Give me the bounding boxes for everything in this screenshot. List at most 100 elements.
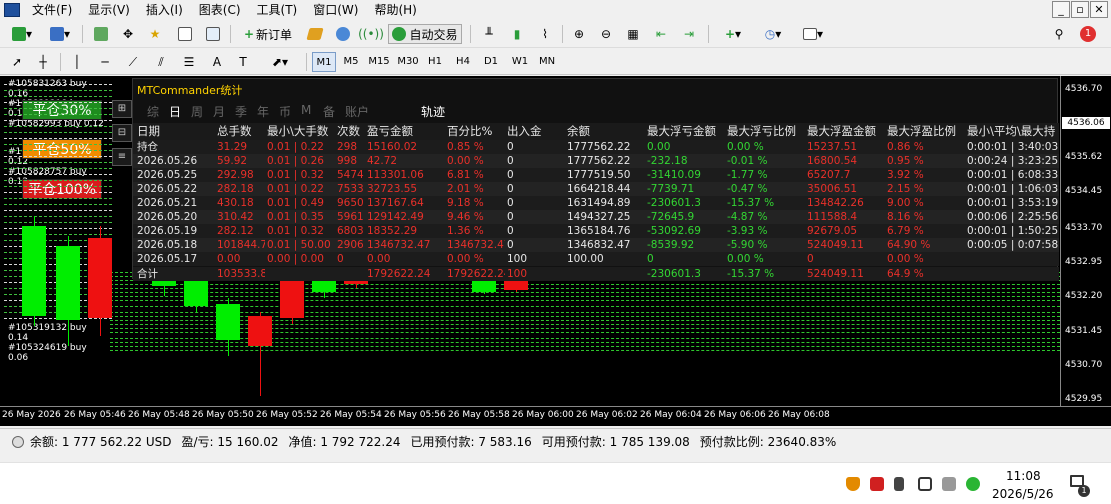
chart-tool-button[interactable]: ⊞ <box>112 100 132 118</box>
time-tick-label: 26 May 06:04 <box>640 410 702 420</box>
timeframe-m15[interactable]: M15 <box>366 52 392 72</box>
new-order-button[interactable]: + 新订单 <box>236 24 300 44</box>
table-cell: 113301.06 <box>367 169 424 181</box>
zoom-in-button[interactable]: ⊕ <box>568 24 590 44</box>
tab-quarter[interactable]: 季 <box>235 103 257 121</box>
chart-tool-button[interactable]: ⊟ <box>112 124 132 142</box>
close-30-button[interactable]: 平仓30% <box>22 100 102 120</box>
chart-shift-button[interactable]: ⇥ <box>678 24 700 44</box>
menu-file[interactable]: 文件(F) <box>24 0 80 20</box>
fibo-button[interactable]: ☰ <box>178 52 200 72</box>
tab-magic[interactable]: M <box>301 103 323 121</box>
close-window-button[interactable]: ✕ <box>1090 1 1108 18</box>
table-cell: 310.42 <box>217 211 254 223</box>
menu-view[interactable]: 显示(V) <box>80 0 138 20</box>
table-cell: 15160.02 <box>367 141 418 153</box>
channel-button[interactable]: ⫽ <box>150 52 172 72</box>
vertical-line-button[interactable]: │ <box>66 52 88 72</box>
terminal-button[interactable] <box>174 24 196 44</box>
bar-chart-button[interactable]: ╨ <box>478 24 500 44</box>
main-toolbar: ▾ ▾ ✥ ★ + 新订单 ((•)) 自动交易 ╨ ▮ ⌇ ⊕ ⊖ ▦ ⇤ ⇥ … <box>0 21 1111 48</box>
time-tick-label: 26 May 06:02 <box>576 410 638 420</box>
label-tool-button[interactable]: T <box>232 52 254 72</box>
timeframe-m1[interactable]: M1 <box>312 52 336 72</box>
horizontal-line-button[interactable]: ─ <box>94 52 116 72</box>
shapes-button[interactable]: ⬈ ▾ <box>262 52 298 72</box>
equity-value: 净值: 1 792 722.24 <box>288 434 401 449</box>
line-chart-button[interactable]: ⌇ <box>534 24 556 44</box>
minimize-button[interactable]: _ <box>1052 1 1070 18</box>
tab-currency[interactable]: 币 <box>279 103 301 121</box>
community-button[interactable]: ((•)) <box>358 24 384 44</box>
network-icon[interactable] <box>918 477 932 491</box>
crosshair-button[interactable]: ┼ <box>32 52 54 72</box>
order-line <box>110 312 1060 313</box>
clock-time[interactable]: 11:08 <box>1006 469 1041 483</box>
indicators-button[interactable]: + ▾ <box>716 24 750 44</box>
tile-windows-button[interactable]: ▦ <box>622 24 644 44</box>
table-cell: -1.77 % <box>727 169 768 181</box>
tab-week[interactable]: 周 <box>191 103 213 121</box>
wechat-icon[interactable] <box>966 477 980 491</box>
candlestick-button[interactable]: ▮ <box>506 24 528 44</box>
profiles-button[interactable]: ▾ <box>44 24 76 44</box>
tab-track[interactable]: 轨迹 <box>421 103 461 121</box>
menu-charts[interactable]: 图表(C) <box>191 0 249 20</box>
action-center-button[interactable]: 1 <box>1068 473 1090 497</box>
signals-button[interactable] <box>332 24 354 44</box>
close-100-button[interactable]: 平仓100% <box>22 179 102 199</box>
input-method-icon[interactable] <box>942 477 956 491</box>
text-tool-button[interactable]: A <box>206 52 228 72</box>
data-window-button[interactable]: ✥ <box>117 24 139 44</box>
restore-button[interactable]: ▫ <box>1071 1 1089 18</box>
templates-icon <box>802 28 817 40</box>
timeframe-m5[interactable]: M5 <box>340 52 362 72</box>
table-cell: 0.01 | 0.35 <box>267 211 324 223</box>
strategy-tester-button[interactable] <box>202 24 224 44</box>
periods-button[interactable]: ◷ ▾ <box>756 24 790 44</box>
tab-month[interactable]: 月 <box>213 103 235 121</box>
timeframe-h1[interactable]: H1 <box>424 52 446 72</box>
zoom-out-button[interactable]: ⊖ <box>595 24 617 44</box>
notifications-button[interactable]: 1 <box>1076 24 1100 44</box>
table-cell: 0.00 % <box>447 253 484 265</box>
time-tick-label: 26 May 06:00 <box>512 410 574 420</box>
column-header: 出入金 <box>507 124 542 138</box>
speaker-icon[interactable] <box>894 477 904 491</box>
timeframe-d1[interactable]: D1 <box>480 52 502 72</box>
search-icon: ⚲ <box>1054 27 1064 41</box>
navigator-button[interactable]: ★ <box>144 24 166 44</box>
tab-account[interactable]: 账户 <box>345 103 381 121</box>
clock-date[interactable]: 2026/5/26 <box>992 487 1054 501</box>
timeframe-h4[interactable]: H4 <box>452 52 474 72</box>
auto-scroll-button[interactable]: ⇤ <box>650 24 672 44</box>
trendline-button[interactable]: ⟋ <box>122 52 144 72</box>
timeframe-w1[interactable]: W1 <box>508 52 532 72</box>
vertical-line-icon: │ <box>73 55 81 69</box>
auto-trading-button[interactable]: 自动交易 <box>388 24 462 44</box>
shield-icon[interactable] <box>846 477 860 491</box>
search-button[interactable]: ⚲ <box>1048 24 1070 44</box>
market-watch-button[interactable] <box>90 24 112 44</box>
meta-editor-button[interactable] <box>304 24 326 44</box>
chart-tool-button[interactable]: ≡ <box>112 148 132 166</box>
tab-year[interactable]: 年 <box>257 103 279 121</box>
menu-help[interactable]: 帮助(H) <box>366 0 424 20</box>
tab-summary[interactable]: 综 <box>147 103 169 121</box>
timeframe-m30[interactable]: M30 <box>396 52 420 72</box>
clock-icon: ◷ <box>764 27 776 41</box>
menu-insert[interactable]: 插入(I) <box>138 0 191 20</box>
table-cell: 0 <box>337 253 344 265</box>
menu-tools[interactable]: 工具(T) <box>249 0 306 20</box>
time-tick-label: 26 May 05:48 <box>128 410 190 420</box>
cursor-button[interactable]: ➚ <box>6 52 28 72</box>
menu-window[interactable]: 窗口(W) <box>305 0 366 20</box>
antivirus-icon[interactable] <box>870 477 884 491</box>
new-chart-button[interactable]: ▾ <box>6 24 38 44</box>
tab-day[interactable]: 日 <box>169 103 191 121</box>
tab-note[interactable]: 备 <box>323 103 345 121</box>
toolbar-separator <box>230 25 231 43</box>
templates-button[interactable]: ▾ <box>796 24 830 44</box>
table-cell: 129142.49 <box>367 211 424 223</box>
timeframe-mn[interactable]: MN <box>535 52 559 72</box>
